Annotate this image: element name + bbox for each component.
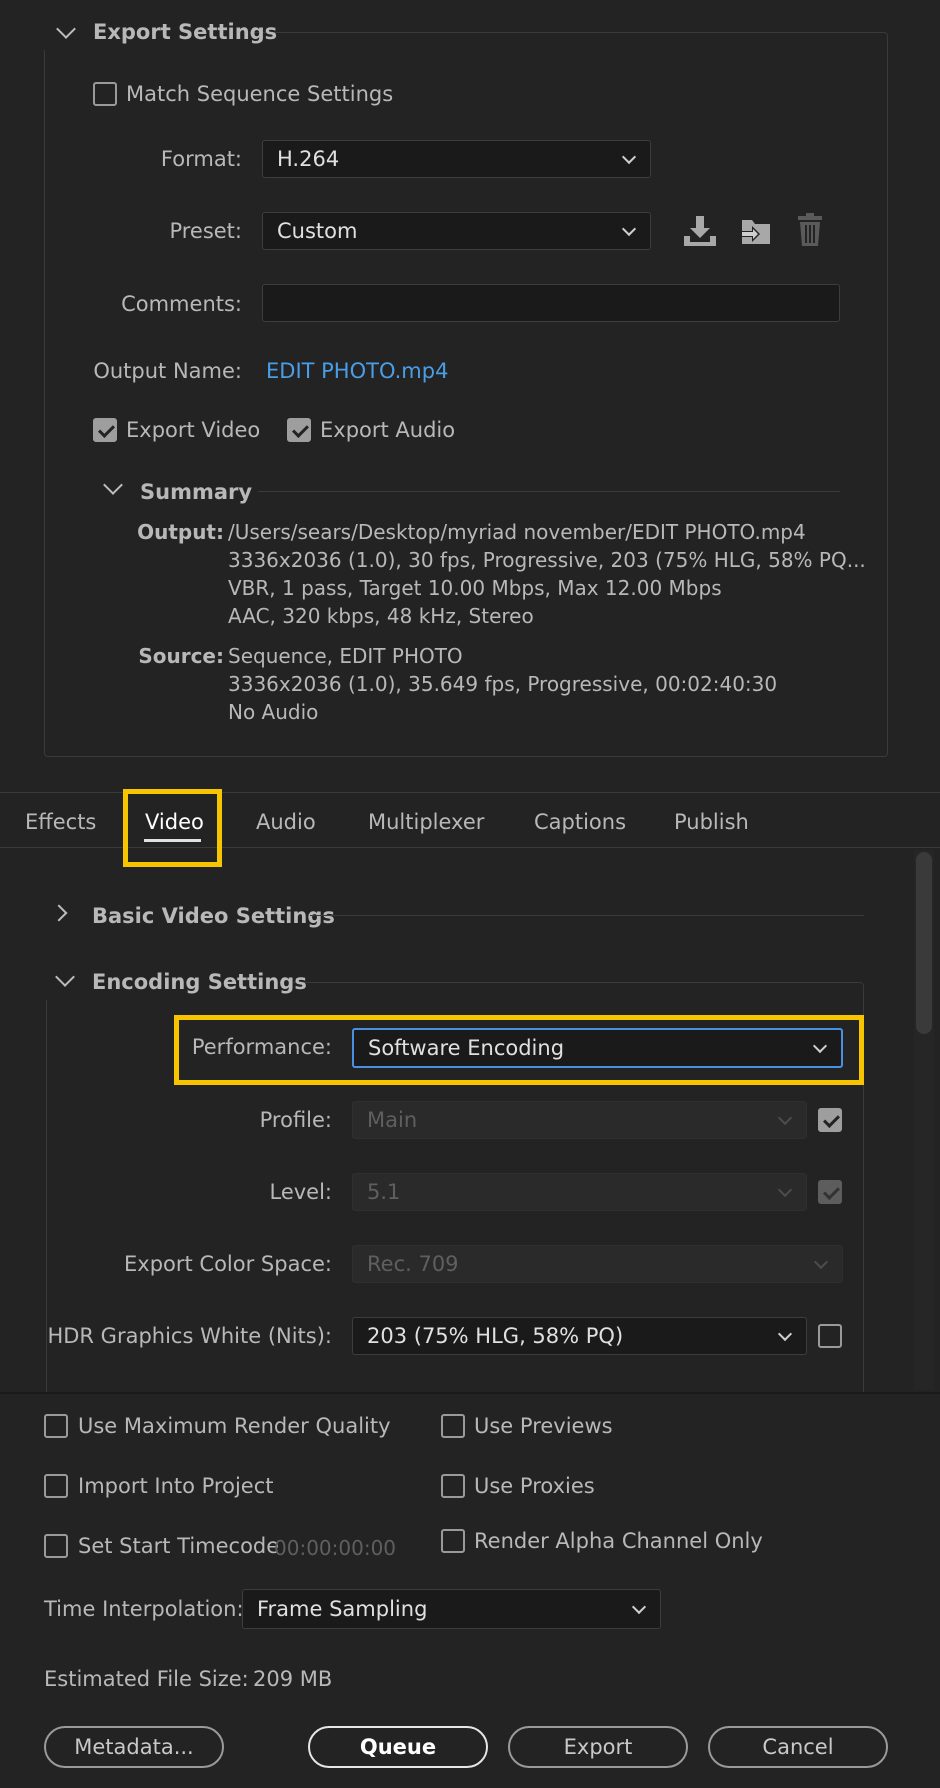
summary-output-line: 3336x2036 (1.0), 30 fps, Progressive, 20… xyxy=(228,548,866,572)
match-sequence-checkbox[interactable] xyxy=(93,82,117,106)
comments-field[interactable] xyxy=(262,284,840,322)
preset-select[interactable]: Custom xyxy=(262,212,651,250)
use-proxies-label: Use Proxies xyxy=(474,1474,595,1498)
chevron-down-icon xyxy=(813,1254,829,1270)
color-space-label: Export Color Space: xyxy=(124,1252,332,1276)
chevron-down-icon xyxy=(621,149,637,165)
tab-publish[interactable]: Publish xyxy=(674,810,749,834)
hdr-white-checkbox[interactable] xyxy=(818,1324,842,1348)
start-timecode-field[interactable]: 00:00:00:00 xyxy=(274,1536,396,1560)
performance-select[interactable]: Software Encoding xyxy=(352,1028,843,1068)
level-label: Level: xyxy=(269,1180,332,1204)
format-select[interactable]: H.264 xyxy=(262,140,651,178)
basic-video-divider xyxy=(310,915,864,916)
performance-label: Performance: xyxy=(191,1035,332,1059)
format-label: Format: xyxy=(160,147,242,171)
chevron-down-icon xyxy=(777,1182,793,1198)
import-into-project-label: Import Into Project xyxy=(78,1474,274,1498)
hdr-white-label: HDR Graphics White (Nits): xyxy=(47,1324,332,1348)
tab-captions[interactable]: Captions xyxy=(534,810,626,834)
cancel-button[interactable]: Cancel xyxy=(708,1726,888,1768)
use-previews-checkbox[interactable] xyxy=(441,1414,465,1438)
hdr-white-select[interactable]: 203 (75% HLG, 58% PQ) xyxy=(352,1317,807,1355)
time-interpolation-value: Frame Sampling xyxy=(257,1597,428,1621)
export-video-checkbox[interactable] xyxy=(93,418,117,442)
level-select[interactable]: 5.1 xyxy=(352,1173,807,1211)
profile-checkbox[interactable] xyxy=(818,1108,842,1132)
set-start-timecode-checkbox[interactable] xyxy=(44,1534,68,1558)
profile-select[interactable]: Main xyxy=(352,1101,807,1139)
summary-source-line: Sequence, EDIT PHOTO xyxy=(228,644,463,668)
tab-multiplexer[interactable]: Multiplexer xyxy=(368,810,484,834)
preset-label: Preset: xyxy=(169,219,242,243)
scrollbar-thumb[interactable] xyxy=(916,852,932,1034)
metadata-button[interactable]: Metadata... xyxy=(44,1726,224,1768)
export-video-label: Export Video xyxy=(126,418,261,442)
basic-video-settings-title[interactable]: Basic Video Settings xyxy=(92,904,335,928)
summary-output-label: Output: xyxy=(137,520,224,544)
tab-audio[interactable]: Audio xyxy=(256,810,316,834)
use-max-render-quality-label: Use Maximum Render Quality xyxy=(78,1414,391,1438)
hdr-white-value: 203 (75% HLG, 58% PQ) xyxy=(367,1324,624,1348)
chevron-down-icon xyxy=(777,1326,793,1342)
encoding-settings-title[interactable]: Encoding Settings xyxy=(92,970,307,994)
level-value: 5.1 xyxy=(367,1180,401,1204)
summary-source-line: 3336x2036 (1.0), 35.649 fps, Progressive… xyxy=(228,672,778,696)
queue-button[interactable]: Queue xyxy=(308,1726,488,1768)
export-audio-label: Export Audio xyxy=(320,418,456,442)
render-alpha-only-checkbox[interactable] xyxy=(441,1529,465,1553)
profile-value: Main xyxy=(367,1108,418,1132)
performance-value: Software Encoding xyxy=(368,1036,565,1060)
color-space-value: Rec. 709 xyxy=(367,1252,459,1276)
chevron-down-icon xyxy=(777,1110,793,1126)
preset-value: Custom xyxy=(277,219,358,243)
summary-output-line: VBR, 1 pass, Target 10.00 Mbps, Max 12.0… xyxy=(228,576,722,600)
export-settings-title[interactable]: Export Settings xyxy=(93,20,277,44)
use-max-render-quality-checkbox[interactable] xyxy=(44,1414,68,1438)
color-space-select[interactable]: Rec. 709 xyxy=(352,1245,843,1283)
chevron-down-icon xyxy=(621,221,637,237)
summary-output-line: AAC, 320 kbps, 48 kHz, Stereo xyxy=(228,604,534,628)
summary-source-label: Source: xyxy=(138,644,224,668)
output-name-label: Output Name: xyxy=(93,359,242,383)
summary-title[interactable]: Summary xyxy=(140,480,252,504)
tab-effects[interactable]: Effects xyxy=(25,810,96,834)
level-checkbox[interactable] xyxy=(818,1180,842,1204)
delete-preset-icon[interactable] xyxy=(794,212,826,248)
chevron-down-icon xyxy=(812,1038,828,1054)
import-into-project-checkbox[interactable] xyxy=(44,1474,68,1498)
output-name-link[interactable]: EDIT PHOTO.mp4 xyxy=(266,359,448,383)
export-audio-checkbox[interactable] xyxy=(287,418,311,442)
save-preset-icon[interactable] xyxy=(682,214,718,248)
estimated-size-value: 209 MB xyxy=(253,1667,333,1691)
comments-label: Comments: xyxy=(121,292,242,316)
chevron-right-icon[interactable] xyxy=(50,904,68,922)
profile-label: Profile: xyxy=(259,1108,332,1132)
use-previews-label: Use Previews xyxy=(474,1414,613,1438)
use-proxies-checkbox[interactable] xyxy=(441,1474,465,1498)
format-value: H.264 xyxy=(277,147,340,171)
summary-output-line: /Users/sears/Desktop/myriad november/EDI… xyxy=(228,520,806,544)
summary-divider xyxy=(258,491,840,492)
time-interpolation-select[interactable]: Frame Sampling xyxy=(242,1589,661,1629)
tab-video-highlight xyxy=(123,789,222,867)
summary-source-line: No Audio xyxy=(228,700,319,724)
render-alpha-only-label: Render Alpha Channel Only xyxy=(474,1529,763,1553)
match-sequence-label: Match Sequence Settings xyxy=(126,82,394,106)
chevron-down-icon xyxy=(631,1599,647,1615)
export-button[interactable]: Export xyxy=(508,1726,688,1768)
import-preset-icon[interactable] xyxy=(738,214,774,248)
estimated-size-label: Estimated File Size: xyxy=(44,1667,249,1691)
time-interpolation-label: Time Interpolation: xyxy=(44,1597,244,1621)
set-start-timecode-label: Set Start Timecode xyxy=(78,1534,280,1558)
